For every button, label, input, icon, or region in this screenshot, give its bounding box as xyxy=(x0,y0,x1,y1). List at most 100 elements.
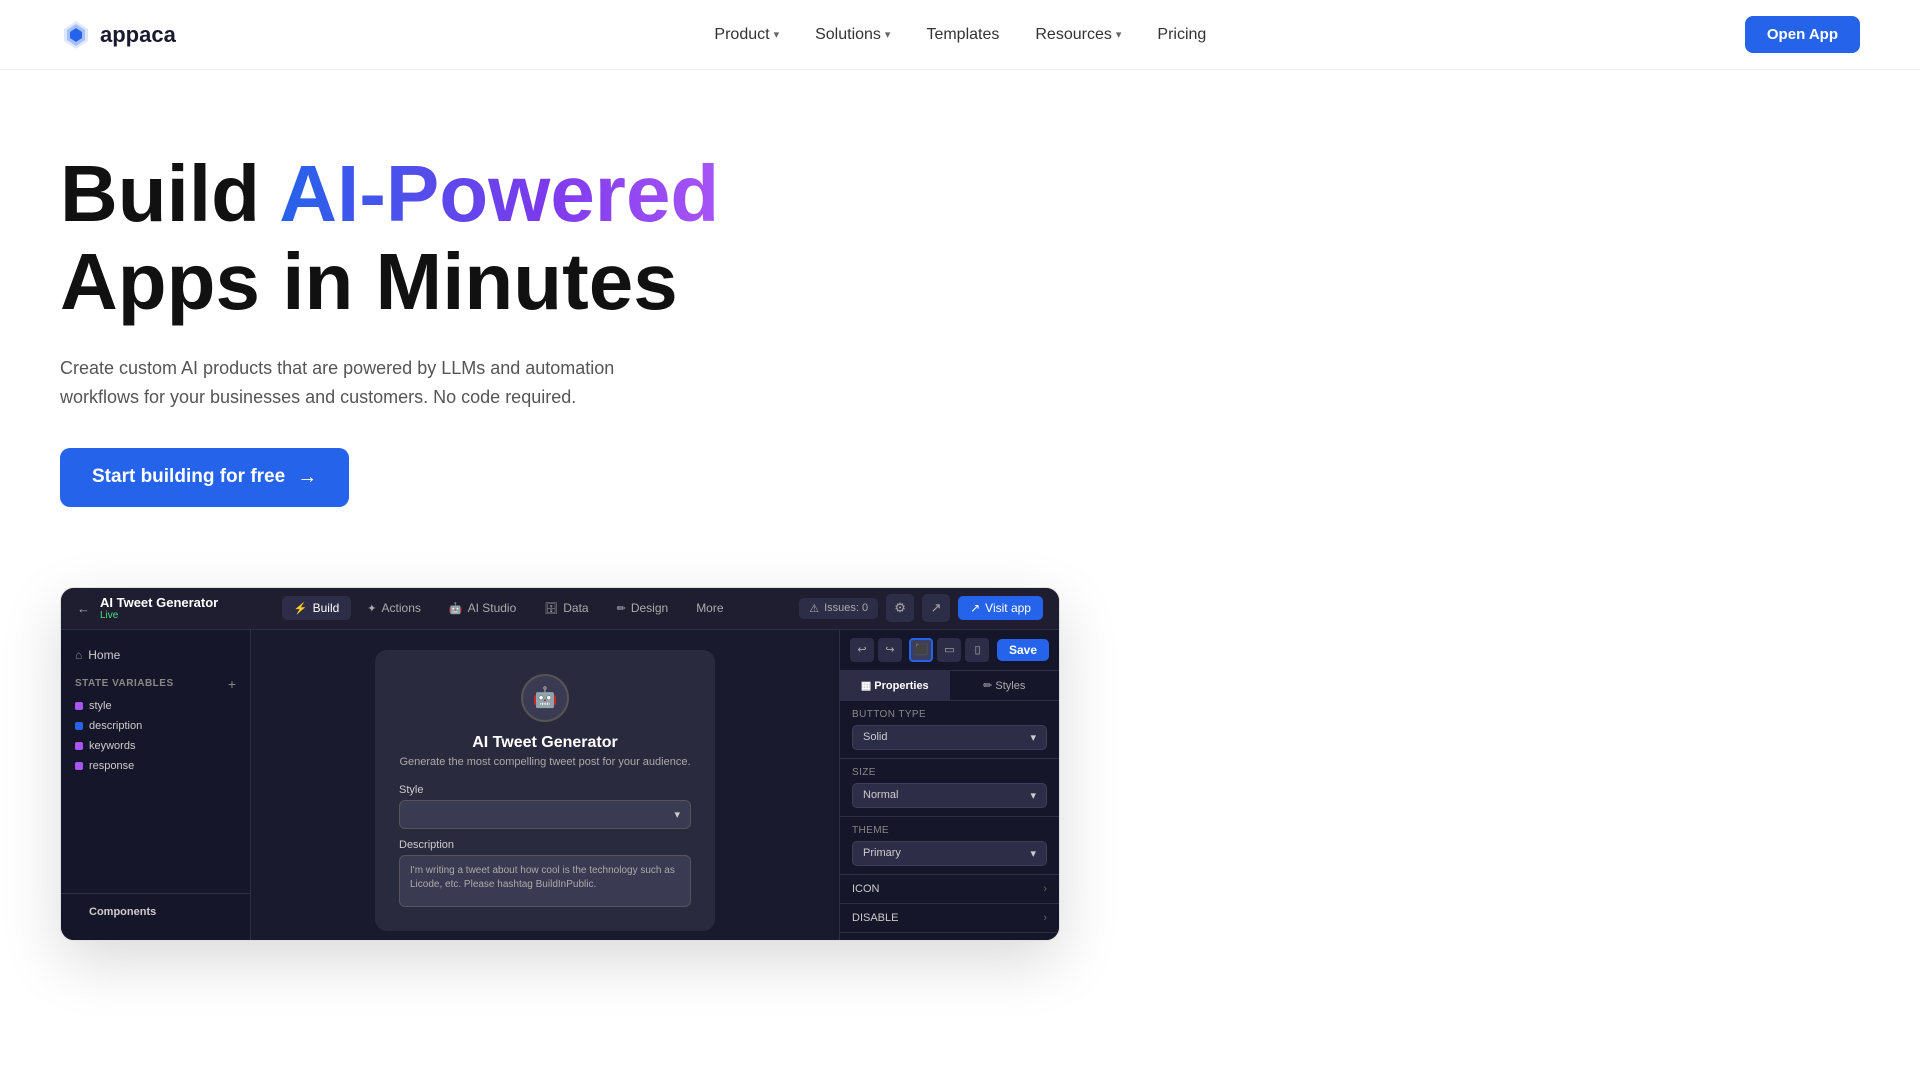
panel-toolbar: ↩ ↪ ⬛ ▭ ▯ Save xyxy=(840,630,1059,671)
mobile-view-button[interactable]: ▯ xyxy=(965,638,989,662)
app-preview: ← AI Tweet Generator Live ⚡ Build ✦ Acti… xyxy=(60,587,1060,941)
add-state-var-button[interactable]: + xyxy=(228,676,236,692)
nav-item-templates[interactable]: Templates xyxy=(926,26,999,44)
panel-tabs: ▦ Properties ✏ Styles xyxy=(840,671,1059,701)
cta-label: Start building for free xyxy=(92,466,285,488)
hero-section: Build AI-Powered Apps in Minutes Create … xyxy=(0,70,900,547)
button-type-section: Button type Solid ▾ xyxy=(840,701,1059,759)
icon-row[interactable]: ICON › xyxy=(840,875,1059,904)
sidebar-var-style[interactable]: style xyxy=(61,696,250,716)
description-textarea[interactable]: I'm writing a tweet about how cool is th… xyxy=(399,855,691,907)
sidebar-var-keywords[interactable]: keywords xyxy=(61,736,250,756)
var-style-label: style xyxy=(89,700,112,712)
issues-icon: ⚠ xyxy=(809,602,819,615)
nav-link-resources[interactable]: Resources ▾ xyxy=(1035,26,1121,44)
nav-link-pricing[interactable]: Pricing xyxy=(1157,26,1206,44)
tab-more-label: More xyxy=(696,601,723,615)
desc-field-label: Description xyxy=(399,839,691,851)
sidebar-state-vars-section: State variables + xyxy=(61,668,250,696)
size-section: Size Normal ▾ xyxy=(840,759,1059,817)
tab-design-label: Design xyxy=(631,601,668,615)
tweet-logo: 🤖 xyxy=(521,674,569,722)
tablet-view-button[interactable]: ▭ xyxy=(937,638,961,662)
components-label: Components xyxy=(75,902,170,922)
back-button[interactable]: ← xyxy=(77,601,90,616)
var-description-label: description xyxy=(89,720,142,732)
theme-value: Primary xyxy=(863,847,901,859)
button-type-value: Solid xyxy=(863,731,887,743)
app-title-wrap: AI Tweet Generator Live xyxy=(100,595,218,621)
save-button[interactable]: Save xyxy=(997,639,1049,661)
tab-data-label: Data xyxy=(563,601,588,615)
interactions-row[interactable]: INTERACTIONS › xyxy=(840,933,1059,941)
tab-build[interactable]: ⚡ Build xyxy=(282,596,351,620)
button-type-label: Button type xyxy=(852,709,1047,720)
cta-button[interactable]: Start building for free → xyxy=(60,448,349,507)
styles-tab[interactable]: ✏ Styles xyxy=(950,671,1060,700)
nav-item-pricing[interactable]: Pricing xyxy=(1157,26,1206,44)
properties-icon: ▦ xyxy=(861,680,874,692)
disable-label: DISABLE xyxy=(852,912,898,924)
issues-label: Issues: 0 xyxy=(824,602,868,614)
tab-actions-label: Actions xyxy=(382,601,421,615)
view-buttons: ⬛ ▭ ▯ xyxy=(909,638,989,662)
app-name: AI Tweet Generator xyxy=(100,595,218,610)
dropdown-chevron: ▾ xyxy=(1030,731,1036,744)
var-color-dot xyxy=(75,742,83,750)
brand-name: appaca xyxy=(100,22,176,48)
theme-section: Theme Primary ▾ xyxy=(840,817,1059,875)
tab-data[interactable]: 🗄 Data xyxy=(532,596,600,620)
nav-links: Product ▾ Solutions ▾ Templates Resource… xyxy=(714,26,1206,44)
chevron-down-icon: ▾ xyxy=(885,28,891,41)
tab-design[interactable]: ✏ Design xyxy=(605,596,681,620)
tab-ai-studio-label: AI Studio xyxy=(468,601,517,615)
tab-ai-studio[interactable]: 🤖 AI Studio xyxy=(437,596,528,620)
sidebar-home[interactable]: ⌂ Home xyxy=(61,642,250,668)
hero-title: Build AI-Powered Apps in Minutes xyxy=(60,150,840,326)
styles-icon: ✏ xyxy=(983,680,995,692)
tweet-card-subtitle: Generate the most compelling tweet post … xyxy=(399,756,691,768)
tab-more[interactable]: More xyxy=(684,596,735,620)
brand-logo[interactable]: appaca xyxy=(60,19,176,51)
chevron-down-icon: ▾ xyxy=(774,28,780,41)
nav-link-product[interactable]: Product ▾ xyxy=(714,26,779,44)
styles-label: Styles xyxy=(995,680,1025,692)
open-app-button[interactable]: Open App xyxy=(1745,16,1860,53)
style-select[interactable]: ▾ xyxy=(399,800,691,829)
redo-button[interactable]: ↪ xyxy=(878,638,902,662)
navbar: appaca Product ▾ Solutions ▾ Templates R… xyxy=(0,0,1920,70)
data-icon: 🗄 xyxy=(544,602,558,615)
share-button[interactable]: ↗ xyxy=(922,594,950,622)
nav-item-solutions[interactable]: Solutions ▾ xyxy=(815,26,890,44)
nav-link-solutions[interactable]: Solutions ▾ xyxy=(815,26,890,44)
nav-item-resources[interactable]: Resources ▾ xyxy=(1035,26,1121,44)
visit-app-button[interactable]: ↗ Visit app xyxy=(958,596,1043,620)
tweet-card-title: AI Tweet Generator xyxy=(399,734,691,752)
disable-row[interactable]: DISABLE › xyxy=(840,904,1059,933)
app-canvas: 🤖 AI Tweet Generator Generate the most c… xyxy=(251,630,839,940)
settings-button[interactable]: ⚙ xyxy=(886,594,914,622)
theme-label: Theme xyxy=(852,825,1047,836)
style-select-chevron: ▾ xyxy=(674,808,680,821)
sidebar-var-response[interactable]: response xyxy=(61,756,250,776)
sidebar-var-description[interactable]: description xyxy=(61,716,250,736)
hero-subtitle: Create custom AI products that are power… xyxy=(60,354,680,412)
app-body: ⌂ Home State variables + style descripti… xyxy=(61,630,1059,940)
topbar-left: ← AI Tweet Generator Live xyxy=(77,595,218,621)
size-dropdown[interactable]: Normal ▾ xyxy=(852,783,1047,808)
desktop-view-button[interactable]: ⬛ xyxy=(909,638,933,662)
button-type-dropdown[interactable]: Solid ▾ xyxy=(852,725,1047,750)
tab-build-label: Build xyxy=(313,601,340,615)
nav-link-templates[interactable]: Templates xyxy=(926,26,999,44)
chevron-down-icon: ▾ xyxy=(1116,28,1122,41)
undo-button[interactable]: ↩ xyxy=(850,638,874,662)
settings-icon: ⚙ xyxy=(894,600,906,616)
theme-dropdown[interactable]: Primary ▾ xyxy=(852,841,1047,866)
logo-icon xyxy=(60,19,92,51)
nav-item-product[interactable]: Product ▾ xyxy=(714,26,779,44)
topbar-tabs: ⚡ Build ✦ Actions 🤖 AI Studio 🗄 Data ✏ xyxy=(282,596,736,620)
properties-tab[interactable]: ▦ Properties xyxy=(840,671,950,700)
tab-actions[interactable]: ✦ Actions xyxy=(355,596,433,620)
cta-arrow-icon: → xyxy=(297,466,317,489)
issues-button[interactable]: ⚠ Issues: 0 xyxy=(799,598,878,619)
